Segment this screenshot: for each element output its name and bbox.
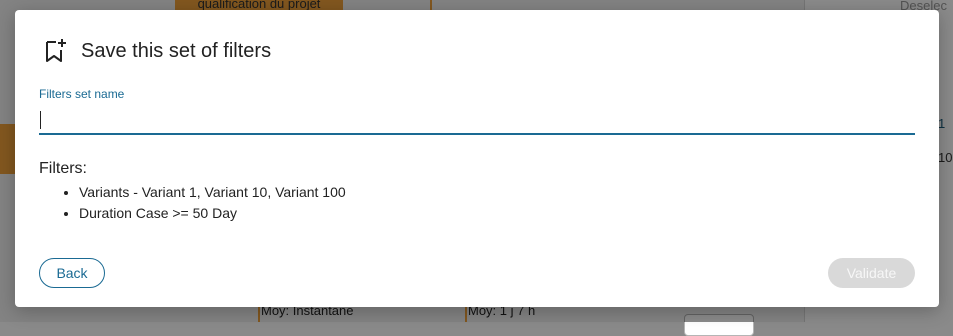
filters-list: Variants - Variant 1, Variant 10, Varian… <box>39 182 346 224</box>
dialog-header: Save this set of filters <box>44 36 271 66</box>
text-cursor <box>40 111 41 129</box>
back-button[interactable]: Back <box>39 258 105 288</box>
dialog-title: Save this set of filters <box>81 39 272 62</box>
list-item: Variants - Variant 1, Variant 10, Varian… <box>79 182 346 203</box>
save-filters-dialog: Save this set of filters Filters set nam… <box>15 10 939 307</box>
filters-set-name-label: Filters set name <box>39 87 125 101</box>
validate-button[interactable]: Validate <box>828 258 915 288</box>
bookmark-add-icon <box>44 38 68 64</box>
filters-heading: Filters: <box>39 160 87 177</box>
list-item: Duration Case >= 50 Day <box>79 203 346 224</box>
filters-set-name-input[interactable] <box>39 105 915 135</box>
